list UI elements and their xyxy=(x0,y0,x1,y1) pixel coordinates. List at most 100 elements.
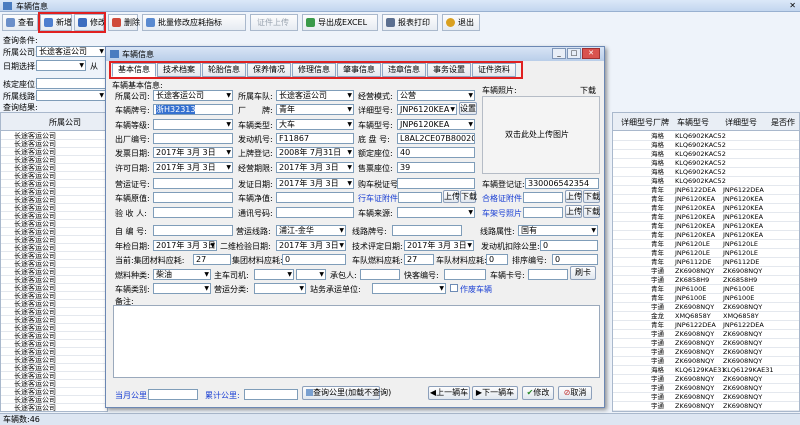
table-row[interactable]: 青年 JNP6120LE JNP6120LE xyxy=(613,249,799,258)
table-row[interactable]: 长途客运公司 xyxy=(1,308,107,316)
table-row[interactable]: 宇通 ZK6908NQY ZK6908NQY xyxy=(613,375,799,384)
station-select[interactable] xyxy=(372,283,446,294)
order-input[interactable]: 0 xyxy=(552,254,598,265)
cur-km-input[interactable] xyxy=(148,389,198,400)
table-row[interactable]: 长途客运公司 xyxy=(1,164,107,172)
table-row[interactable]: 青年 JNP6112DE JNP6112DE xyxy=(613,258,799,267)
qualification-download-button[interactable]: 下载 xyxy=(583,190,600,203)
window-close-icon[interactable]: ✕ xyxy=(789,1,796,10)
table-row[interactable]: 长途客运公司 xyxy=(1,324,107,332)
table-row[interactable]: 长途客运公司 xyxy=(1,388,107,396)
frame-photo-link[interactable]: 车架号照片 xyxy=(482,208,522,219)
grade-select[interactable] xyxy=(153,119,233,130)
route-attr-select[interactable]: 国有 xyxy=(518,225,598,236)
route-plate-input[interactable] xyxy=(392,225,462,236)
tax-input[interactable] xyxy=(397,178,475,189)
right-results-grid[interactable]: 详细型号 厂牌 车辆型号 详细型号 是否作 海格 KLQ6902KAC52 海格 KL… xyxy=(612,112,800,412)
photo-dropzone[interactable]: 双击此处上传图片 xyxy=(482,96,600,174)
settings-button[interactable]: 设置 xyxy=(459,102,477,115)
plate-input[interactable]: 浙H32313 xyxy=(153,104,233,115)
team-material-input[interactable]: 0 xyxy=(486,254,508,265)
company-select[interactable]: 长途客运公司 xyxy=(153,90,233,101)
driver-select[interactable] xyxy=(254,269,294,280)
table-row[interactable]: 长途客运公司 xyxy=(1,212,107,220)
remark-textarea[interactable] xyxy=(113,305,600,378)
table-row[interactable]: 海格 KLQ6902KAC52 xyxy=(613,159,799,168)
total-km-input[interactable] xyxy=(244,389,298,400)
fuel-type-select[interactable]: 柴油 xyxy=(153,269,211,280)
license-attachment-input[interactable] xyxy=(398,192,442,203)
table-row[interactable]: 长途客运公司 xyxy=(1,268,107,276)
table-row[interactable]: 宇通 ZK6858H9 ZK6858H9 xyxy=(613,276,799,285)
annual-date-picker[interactable]: 2017年 3月 3日 xyxy=(153,240,217,251)
registration-date-picker[interactable]: 2008年 7月31日 xyxy=(276,147,354,158)
driver-select-2[interactable] xyxy=(296,269,326,280)
print-button[interactable]: 报表打印 xyxy=(382,14,438,31)
table-row[interactable]: 宇通 ZK6908NQY ZK6908NQY xyxy=(613,267,799,276)
table-row[interactable]: 长途客运公司 xyxy=(1,132,107,140)
team-fuel-input[interactable]: 27 xyxy=(404,254,434,265)
inspector-input[interactable] xyxy=(153,207,233,218)
dialog-close-icon[interactable]: ✕ xyxy=(582,48,600,59)
export-excel-button[interactable]: 导出成EXCEL xyxy=(302,14,378,31)
table-row[interactable]: 长途客运公司 xyxy=(1,156,107,164)
type-select[interactable]: 大车 xyxy=(276,119,354,130)
net-value-input[interactable] xyxy=(276,192,354,203)
origin-value-input[interactable] xyxy=(153,192,233,203)
frame-upload-button[interactable]: 上传 xyxy=(565,205,582,218)
express-no-input[interactable] xyxy=(444,269,486,280)
table-row[interactable]: 宇通 ZK6908NQY ZK6908NQY xyxy=(613,357,799,366)
table-row[interactable]: 长途客运公司 xyxy=(1,404,107,411)
engine-km-input[interactable]: 0 xyxy=(540,240,598,251)
permit-date-picker[interactable]: 2017年 3月 3日 xyxy=(153,162,233,173)
photo-download-link[interactable]: 下载 xyxy=(580,85,596,96)
table-row[interactable]: 金龙 XMQ6858Y XMQ6858Y xyxy=(613,312,799,321)
op-category-select[interactable] xyxy=(254,283,306,294)
detail-model-select[interactable]: JNP6120KEA xyxy=(397,104,457,115)
brand-select[interactable]: 青年 xyxy=(276,104,354,115)
save-button[interactable]: ✔修改 xyxy=(522,386,554,400)
reg-cert-input[interactable]: 330006542354 xyxy=(525,178,599,189)
comm-input[interactable] xyxy=(276,207,354,218)
qualification-attachment-link[interactable]: 合格证附件 xyxy=(482,193,522,204)
swipe-card-button[interactable]: 刷卡 xyxy=(570,266,596,280)
qualification-input[interactable] xyxy=(523,192,563,203)
group-fuel-input[interactable]: 0 xyxy=(282,254,346,265)
license-upload-button[interactable]: 上传 xyxy=(443,190,460,203)
batch-edit-button[interactable]: 批量修改应耗指标 xyxy=(142,14,246,31)
cert-date-picker[interactable]: 2017年 3月 3日 xyxy=(276,178,354,189)
table-row[interactable]: 青年 JNP6122DEA JNP6122DEA xyxy=(613,186,799,195)
table-row[interactable]: 长途客运公司 xyxy=(1,316,107,324)
table-row[interactable]: 长途客运公司 xyxy=(1,260,107,268)
table-row[interactable]: 海格 KLQ6902KAC52 xyxy=(613,150,799,159)
table-row[interactable]: 长途客运公司 xyxy=(1,204,107,212)
results-grid[interactable]: 所属公司 长途客运公司 长途客运公司 长途客运公司 长途客运公司 长途客运公司 长途客运公… xyxy=(0,112,108,412)
filter-company-select[interactable]: 长途客运公司 xyxy=(36,46,106,57)
maximize-icon[interactable]: □ xyxy=(567,48,581,59)
table-row[interactable]: 青年 JNP6120KEA JNP6120KEA xyxy=(613,231,799,240)
table-row[interactable]: 青年 JNP6120KEA JNP6120KEA xyxy=(613,222,799,231)
table-row[interactable]: 宇通 ZK6908NQY ZK6908NQY xyxy=(613,393,799,402)
source-select[interactable] xyxy=(397,207,475,218)
table-row[interactable]: 长途客运公司 xyxy=(1,180,107,188)
filter-team-select[interactable] xyxy=(36,90,106,101)
contractor-input[interactable] xyxy=(360,269,400,280)
card-no-input[interactable] xyxy=(528,269,568,280)
invoice-date-picker[interactable]: 2017年 3月 3日 xyxy=(153,147,233,158)
table-row[interactable]: 长途客运公司 xyxy=(1,348,107,356)
frame-download-button[interactable]: 下载 xyxy=(583,205,600,218)
table-row[interactable]: 海格 KLQ6902KAC52 xyxy=(613,168,799,177)
table-row[interactable]: 长途客运公司 xyxy=(1,140,107,148)
table-row[interactable]: 长途客运公司 xyxy=(1,252,107,260)
route-select[interactable]: 浦江-金华 xyxy=(276,225,346,236)
sale-seats-input[interactable]: 39 xyxy=(397,162,475,173)
table-row[interactable]: 长途客运公司 xyxy=(1,380,107,388)
table-row[interactable]: 宇通 ZK6908NQY ZK6908NQY xyxy=(613,384,799,393)
next-vehicle-button[interactable]: ▶下一辆车 xyxy=(472,386,518,400)
minimize-icon[interactable]: _ xyxy=(552,48,566,59)
table-row[interactable]: 青年 JNP6100E JNP6100E xyxy=(613,294,799,303)
table-row[interactable]: 宇通 ZK6908NQY ZK6908NQY xyxy=(613,339,799,348)
table-row[interactable]: 宇通 ZK6908NQY ZK6908NQY xyxy=(613,303,799,312)
license-download-button[interactable]: 下载 xyxy=(460,190,477,203)
maint-date-picker[interactable]: 2017年 3月 3日 xyxy=(276,240,346,251)
